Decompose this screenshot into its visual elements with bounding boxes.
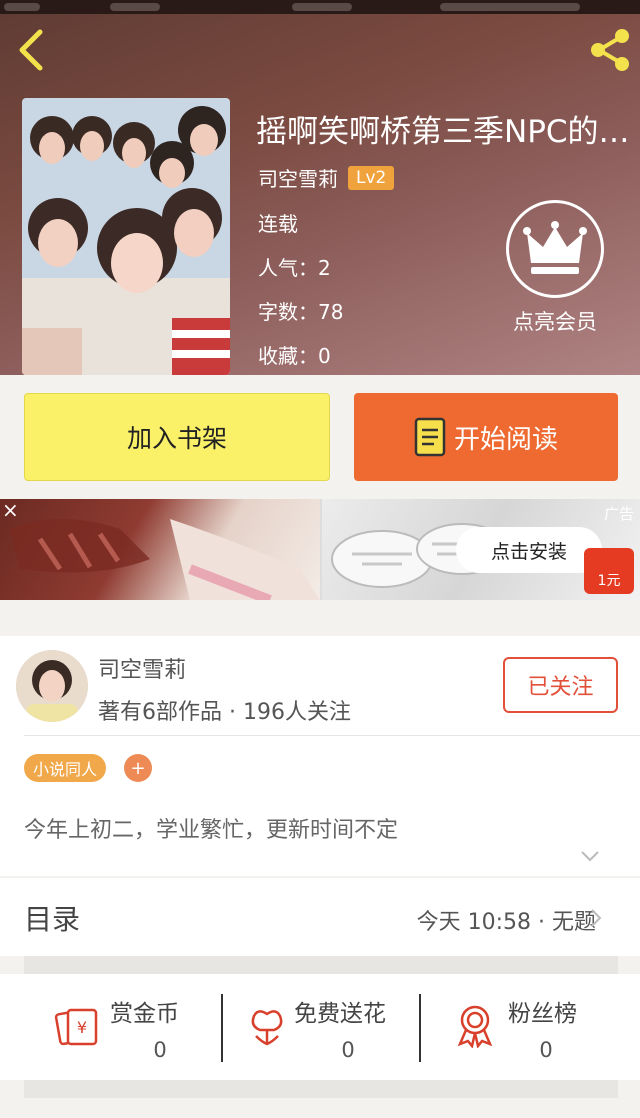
ad-tag: 广告 <box>604 505 635 523</box>
start-reading-label: 开始阅读 <box>453 424 558 455</box>
ad-price-badge: 1元 <box>584 548 634 594</box>
action-label: 赏金币 <box>110 1001 179 1027</box>
status-clock <box>292 3 352 11</box>
section-gap <box>24 1080 618 1098</box>
toc-latest-chapter[interactable]: 今天 10:58 · 无题 <box>417 904 596 936</box>
book-title: 摇啊笑啊桥第三季NPC的… <box>256 114 630 150</box>
table-of-contents-row[interactable]: 目录 今天 10:58 · 无题 <box>0 878 640 956</box>
follow-button[interactable]: 已关注 <box>503 657 618 713</box>
toc-title: 目录 <box>24 903 81 936</box>
add-to-shelf-button[interactable]: 加入书架 <box>24 393 330 481</box>
author-stats: 著有6部作品 · 196人关注 <box>98 700 351 725</box>
divider <box>24 735 640 736</box>
divider <box>419 994 421 1062</box>
action-send-flower[interactable]: 免费送花 0 <box>244 992 414 1072</box>
book-header: 摇啊笑啊桥第三季NPC的… 司空雪莉 Lv2 连载 人气：2 字数：78 收藏：… <box>0 0 640 375</box>
crown-icon[interactable] <box>506 200 604 298</box>
book-popularity: 人气：2 <box>258 256 331 280</box>
ad-install-button[interactable]: 点击安装 <box>456 527 602 573</box>
author-card: 司空雪莉 著有6部作品 · 196人关注 已关注 小说同人 + 今年上初二，学业… <box>0 636 640 876</box>
ad-close-icon[interactable]: × <box>2 500 20 520</box>
action-label: 粉丝榜 <box>508 1001 577 1027</box>
ad-image-left[interactable] <box>0 499 320 600</box>
tag-chip[interactable]: 小说同人 <box>24 754 107 782</box>
fan-ribbon-icon <box>457 1005 493 1048</box>
flower-icon <box>251 1010 283 1046</box>
start-reading-button[interactable]: 开始阅读 <box>354 393 618 481</box>
book-status: 连载 <box>258 212 298 236</box>
status-bar <box>0 0 640 14</box>
action-count: 0 <box>341 1038 355 1062</box>
gold-coin-icon: ¥ <box>54 1008 98 1046</box>
action-gold-coin[interactable]: ¥ 赏金币 0 <box>54 992 214 1072</box>
author-name[interactable]: 司空雪莉 <box>98 652 186 684</box>
book-word-count: 字数：78 <box>258 300 344 324</box>
divider <box>221 994 223 1062</box>
book-author-name[interactable]: 司空雪莉 <box>258 163 338 192</box>
back-icon[interactable] <box>14 28 50 72</box>
action-count: 0 <box>539 1038 553 1062</box>
book-cover-image[interactable] <box>22 98 230 375</box>
author-intro: 今年上初二，学业繁忙，更新时间不定 <box>24 818 399 843</box>
status-signal <box>4 3 40 11</box>
action-count: 0 <box>153 1038 167 1062</box>
member-label[interactable]: 点亮会员 <box>496 306 614 336</box>
book-icon <box>414 417 446 457</box>
action-label: 免费送花 <box>294 1001 386 1027</box>
add-tag-button[interactable]: + <box>124 754 152 782</box>
reward-actions: ¥ 赏金币 0 免费送花 0 粉丝榜 0 <box>0 974 640 1080</box>
avatar[interactable] <box>16 650 88 722</box>
status-icons <box>440 3 580 11</box>
svg-text:¥: ¥ <box>77 1018 87 1037</box>
level-badge: Lv2 <box>348 165 395 190</box>
status-wifi <box>110 3 160 11</box>
share-icon[interactable] <box>586 26 634 74</box>
section-gap <box>24 956 618 974</box>
book-author-row[interactable]: 司空雪莉 Lv2 <box>258 163 395 192</box>
action-fan-ranking[interactable]: 粉丝榜 0 <box>452 992 612 1072</box>
book-favorites: 收藏：0 <box>258 344 331 368</box>
action-buttons: 加入书架 开始阅读 <box>0 375 640 499</box>
chevron-down-icon[interactable] <box>580 850 600 862</box>
chevron-right-icon <box>591 909 602 927</box>
